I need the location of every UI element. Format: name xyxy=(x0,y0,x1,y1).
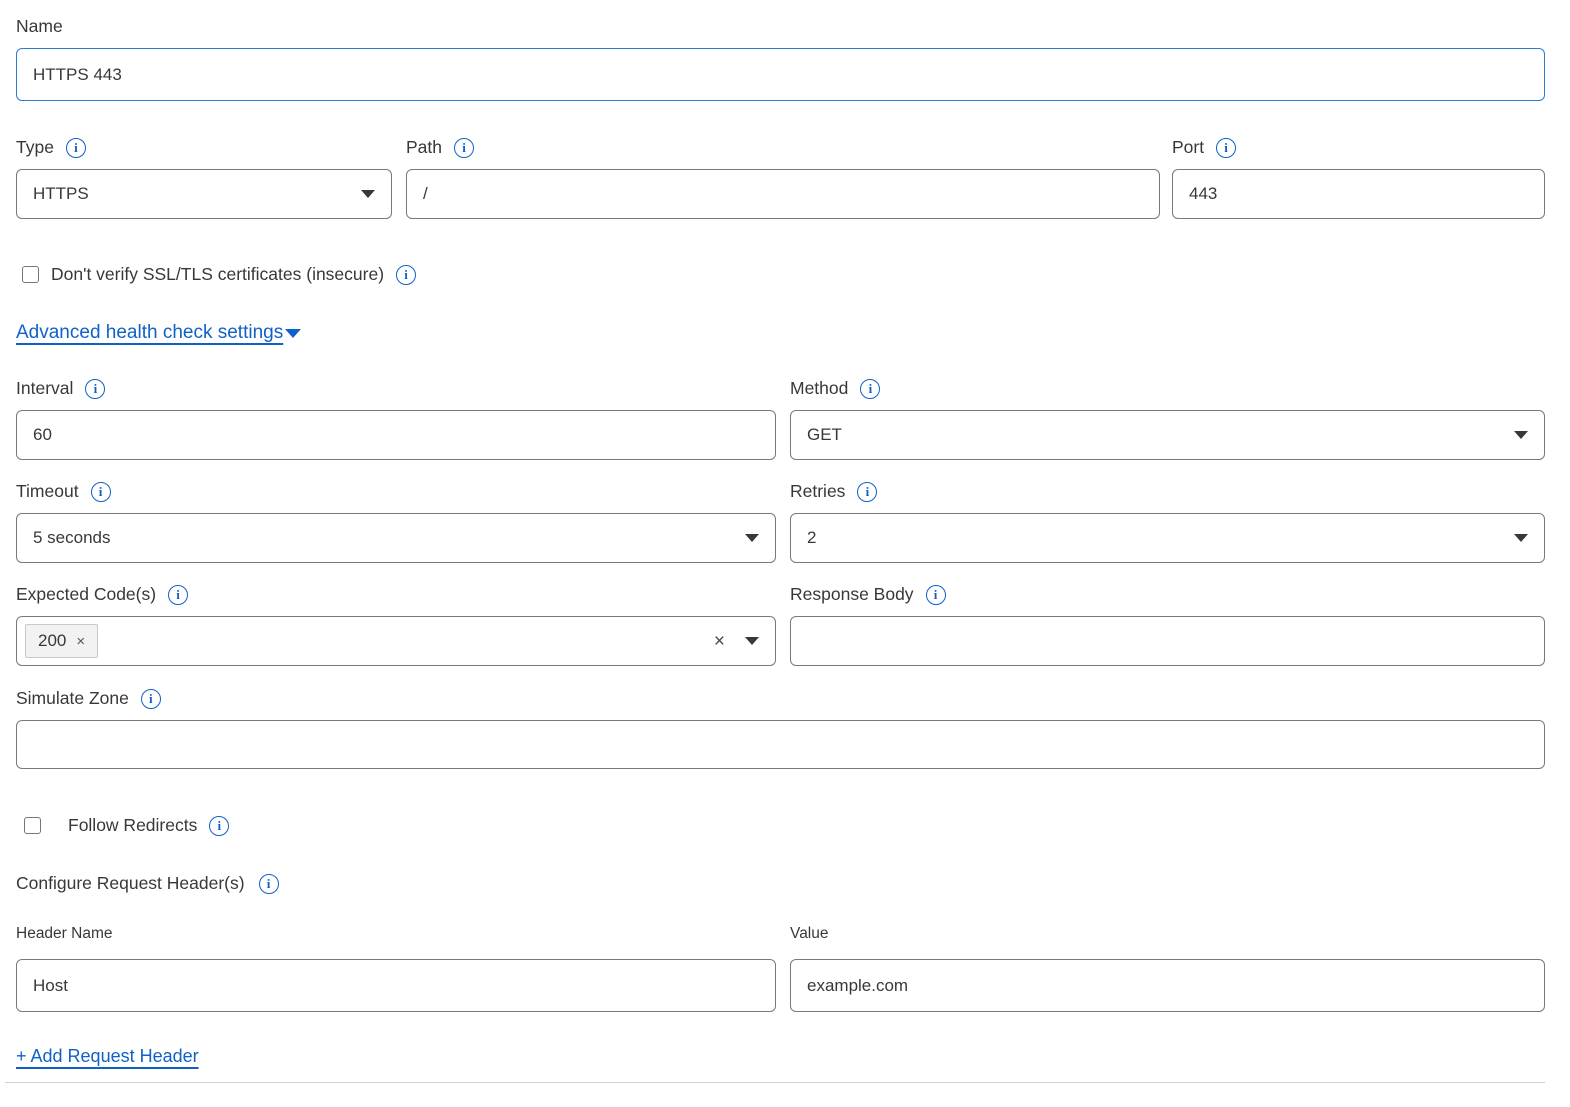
interval-method-row: Interval i Method i GET xyxy=(16,378,1545,460)
response-body-label: Response Body xyxy=(790,584,914,605)
info-icon[interactable]: i xyxy=(454,138,474,158)
retries-select-value: 2 xyxy=(807,528,1514,548)
health-check-form: Name Type i HTTPS Path i Port i xyxy=(0,0,1570,1083)
info-icon[interactable]: i xyxy=(141,689,161,709)
expected-code-tag: 200 × xyxy=(25,624,98,658)
chevron-down-icon[interactable] xyxy=(285,329,301,338)
type-path-port-row: Type i HTTPS Path i Port i xyxy=(16,137,1545,219)
interval-input[interactable] xyxy=(16,410,776,460)
header-name-input[interactable] xyxy=(16,959,776,1012)
header-row: Header Name Value xyxy=(16,925,1545,1012)
method-select-value: GET xyxy=(807,425,1514,445)
info-icon[interactable]: i xyxy=(1216,138,1236,158)
expected-codes-label: Expected Code(s) xyxy=(16,584,156,605)
expected-codes-multiselect[interactable]: 200 × × xyxy=(16,616,776,666)
info-icon[interactable]: i xyxy=(209,816,229,836)
type-label: Type xyxy=(16,137,54,158)
ssl-checkbox-row: Don't verify SSL/TLS certificates (insec… xyxy=(22,264,1545,285)
info-icon[interactable]: i xyxy=(91,482,111,502)
type-select[interactable]: HTTPS xyxy=(16,169,392,219)
follow-redirects-label: Follow Redirects xyxy=(68,815,197,836)
simulate-zone-label: Simulate Zone xyxy=(16,688,129,709)
type-select-value: HTTPS xyxy=(33,184,361,204)
method-label: Method xyxy=(790,378,848,399)
name-label: Name xyxy=(16,16,63,37)
timeout-select-value: 5 seconds xyxy=(33,528,745,548)
ssl-checkbox-label: Don't verify SSL/TLS certificates (insec… xyxy=(51,264,384,285)
timeout-retries-row: Timeout i 5 seconds Retries i 2 xyxy=(16,481,1545,563)
chevron-down-icon xyxy=(361,190,375,198)
chevron-down-icon[interactable] xyxy=(745,637,759,645)
info-icon[interactable]: i xyxy=(860,379,880,399)
info-icon[interactable]: i xyxy=(926,585,946,605)
header-value-input[interactable] xyxy=(790,959,1545,1012)
path-input[interactable] xyxy=(406,169,1160,219)
timeout-label: Timeout xyxy=(16,481,79,502)
follow-redirects-checkbox[interactable] xyxy=(24,817,41,834)
add-request-header-link[interactable]: + Add Request Header xyxy=(16,1046,199,1067)
advanced-settings-link[interactable]: Advanced health check settings xyxy=(16,322,283,344)
info-icon[interactable]: i xyxy=(66,138,86,158)
info-icon[interactable]: i xyxy=(168,585,188,605)
header-name-col-label: Header Name xyxy=(16,925,776,943)
chevron-down-icon xyxy=(1514,431,1528,439)
ssl-checkbox[interactable] xyxy=(22,266,39,283)
codes-body-row: Expected Code(s) i 200 × × Response Body… xyxy=(16,584,1545,666)
add-request-header-link-label: + Add Request Header xyxy=(16,1046,199,1067)
info-icon[interactable]: i xyxy=(85,379,105,399)
header-value-col-label: Value xyxy=(790,925,1545,943)
port-input[interactable] xyxy=(1172,169,1545,219)
path-label: Path xyxy=(406,137,442,158)
expected-code-tag-label: 200 xyxy=(38,631,66,651)
response-body-input[interactable] xyxy=(790,616,1545,666)
info-icon[interactable]: i xyxy=(857,482,877,502)
info-icon[interactable]: i xyxy=(396,265,416,285)
name-label-row: Name xyxy=(16,16,1545,37)
retries-select[interactable]: 2 xyxy=(790,513,1545,563)
configure-headers-label: Configure Request Header(s) xyxy=(16,873,245,894)
retries-label: Retries xyxy=(790,481,845,502)
method-select[interactable]: GET xyxy=(790,410,1545,460)
info-icon[interactable]: i xyxy=(259,874,279,894)
name-input[interactable] xyxy=(16,48,1545,101)
simulate-zone-section: Simulate Zone i xyxy=(16,688,1545,769)
divider xyxy=(5,1082,1545,1083)
clear-all-icon[interactable]: × xyxy=(714,632,725,651)
port-label: Port xyxy=(1172,137,1204,158)
remove-tag-icon[interactable]: × xyxy=(76,633,85,650)
follow-redirects-row: Follow Redirects i xyxy=(24,815,1545,836)
request-headers-section-label: Configure Request Header(s) i xyxy=(16,873,1545,894)
chevron-down-icon xyxy=(745,534,759,542)
interval-label: Interval xyxy=(16,378,73,399)
timeout-select[interactable]: 5 seconds xyxy=(16,513,776,563)
advanced-settings-link-label: Advanced health check settings xyxy=(16,322,283,344)
chevron-down-icon xyxy=(1514,534,1528,542)
simulate-zone-input[interactable] xyxy=(16,720,1545,769)
